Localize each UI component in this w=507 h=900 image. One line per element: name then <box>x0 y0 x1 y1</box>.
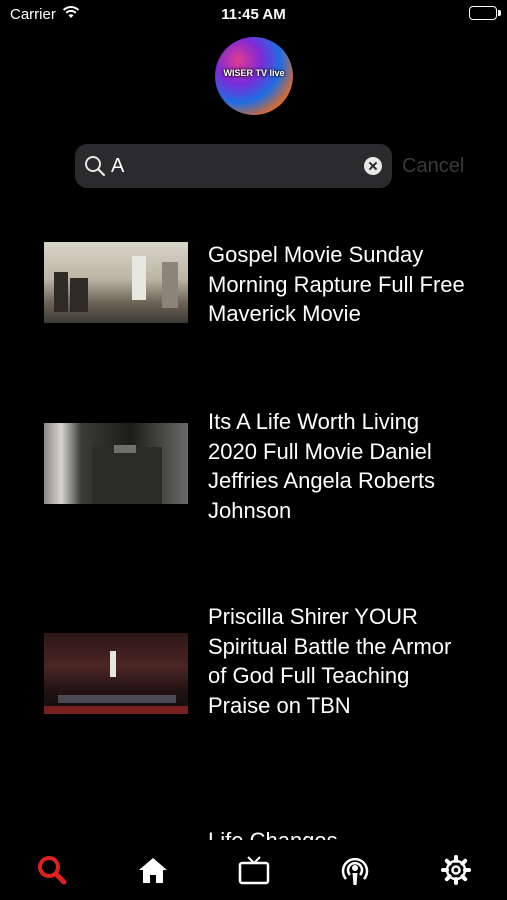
gear-icon <box>441 855 471 885</box>
tab-settings[interactable] <box>436 850 476 890</box>
list-item[interactable]: Life Changes <box>44 826 474 840</box>
battery-icon <box>469 6 501 20</box>
result-title[interactable]: Life Changes <box>208 826 468 840</box>
status-bar: Carrier 11:45 AM <box>0 0 507 30</box>
search-bar[interactable] <box>75 144 392 188</box>
clock: 11:45 AM <box>221 6 286 23</box>
logo-text: WISER TV live <box>223 68 285 78</box>
clear-icon[interactable] <box>364 157 382 175</box>
home-icon <box>139 858 167 883</box>
tab-home[interactable] <box>133 850 173 890</box>
cancel-button[interactable]: Cancel <box>402 155 464 178</box>
search-icon <box>85 156 106 177</box>
video-thumbnail[interactable] <box>44 242 188 323</box>
tab-podcast[interactable] <box>335 850 375 890</box>
app-logo: WISER TV live <box>215 37 293 115</box>
result-title[interactable]: Its A Life Worth Living 2020 Full Movie … <box>208 407 468 525</box>
tab-bar <box>0 840 507 900</box>
podcast-icon <box>341 857 369 885</box>
list-item[interactable]: Gospel Movie Sunday Morning Rapture Full… <box>44 242 474 332</box>
tv-icon <box>238 856 270 885</box>
tab-tv[interactable] <box>234 850 274 890</box>
result-title[interactable]: Gospel Movie Sunday Morning Rapture Full… <box>208 240 468 329</box>
search-icon <box>38 856 67 885</box>
video-thumbnail[interactable] <box>44 633 188 714</box>
tab-search[interactable] <box>32 850 72 890</box>
video-thumbnail[interactable] <box>44 423 188 504</box>
list-item[interactable]: Priscilla Shirer YOUR Spiritual Battle t… <box>44 604 474 754</box>
result-title[interactable]: Priscilla Shirer YOUR Spiritual Battle t… <box>208 602 468 720</box>
search-input[interactable] <box>111 152 361 180</box>
list-item[interactable]: Its A Life Worth Living 2020 Full Movie … <box>44 409 474 529</box>
